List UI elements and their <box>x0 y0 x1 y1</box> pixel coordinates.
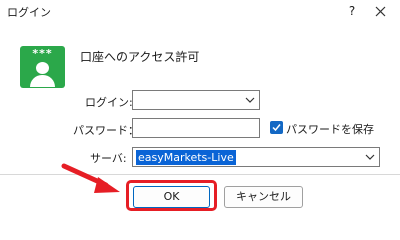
login-combobox[interactable] <box>132 90 260 110</box>
close-icon <box>375 6 386 17</box>
help-button[interactable]: ? <box>340 0 364 24</box>
ok-button[interactable]: OK <box>133 186 210 208</box>
chevron-down-icon[interactable] <box>245 96 255 104</box>
login-label: ログイン: <box>85 96 133 109</box>
server-combobox[interactable]: easyMarkets-Live <box>132 147 380 167</box>
checkmark-icon <box>272 124 281 132</box>
chevron-down-icon[interactable] <box>365 153 375 161</box>
account-user-icon: *** <box>20 46 65 88</box>
password-field[interactable] <box>132 118 260 138</box>
save-password-label[interactable]: パスワードを保存 <box>286 121 374 137</box>
red-arrow-annotation <box>61 163 120 193</box>
window-title: ログイン <box>7 6 51 19</box>
close-button[interactable] <box>366 0 396 24</box>
icon-stars: *** <box>32 47 53 60</box>
password-label: パスワード： <box>73 124 139 137</box>
save-password-checkbox[interactable] <box>270 121 283 134</box>
user-head-shape <box>36 62 49 74</box>
cancel-button[interactable]: キャンセル <box>224 186 303 208</box>
user-body-shape <box>30 75 55 87</box>
server-value: easyMarkets-Live <box>136 150 236 165</box>
title-bar: ログイン ? <box>0 0 400 24</box>
dialog-heading: 口座へのアクセス許可 <box>80 50 200 64</box>
